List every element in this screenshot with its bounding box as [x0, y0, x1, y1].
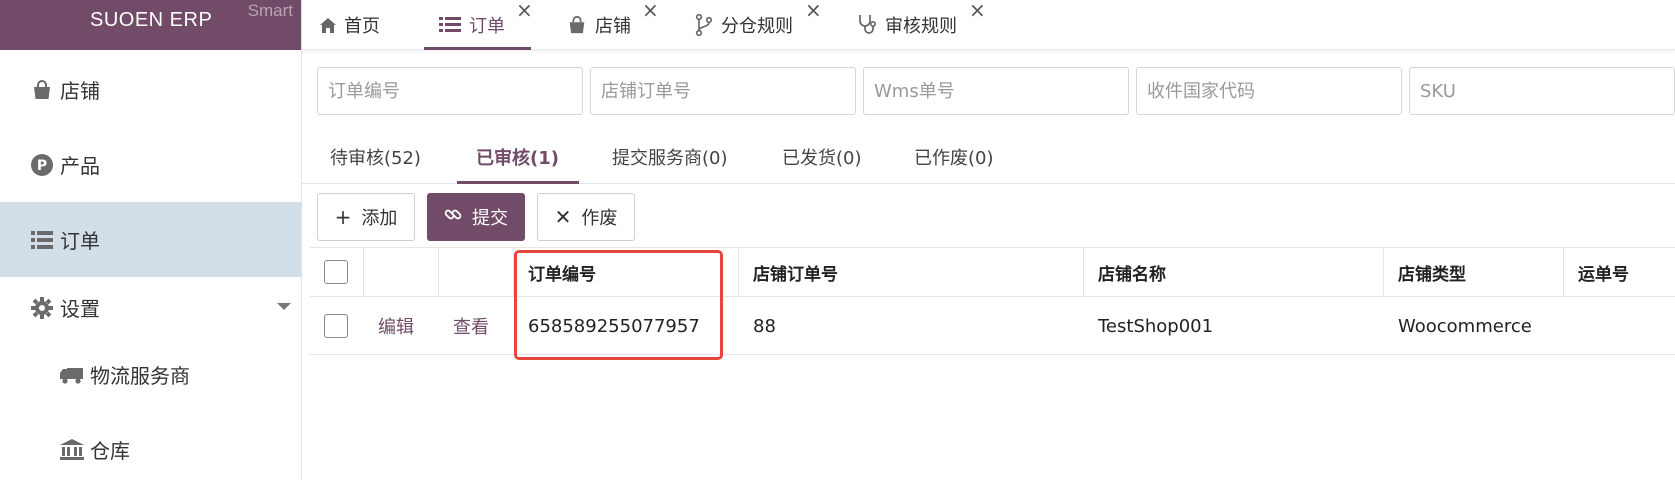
status-tab-voided[interactable]: 已作废(0) — [914, 144, 994, 170]
tab-audit-rules-close-icon[interactable]: × — [969, 0, 986, 20]
add-button-label: 添加 — [361, 208, 398, 229]
status-tabs: 待审核(52) 已审核(1) 提交服务商(0) 已发货(0) 已作废(0) — [302, 130, 1675, 184]
chevron-down-icon — [277, 303, 291, 310]
svg-text:P: P — [37, 158, 47, 174]
tab-label: 首页 — [344, 16, 380, 37]
tab-warehouse-rules-close-icon[interactable]: × — [805, 0, 822, 20]
header-shop-name: 店铺名称 — [1084, 248, 1384, 296]
country-code-input[interactable] — [1136, 67, 1402, 115]
shopping-bag-icon — [30, 78, 54, 102]
tab-label: 分仓规则 — [721, 16, 793, 37]
branch-icon — [695, 14, 713, 36]
sidebar-item-logistics-providers[interactable]: 物流服务商 — [0, 337, 301, 412]
tab-orders[interactable]: 订单 — [439, 0, 505, 50]
order-number-input[interactable] — [317, 67, 583, 115]
sidebar-item-shops[interactable]: 店铺 — [0, 52, 301, 127]
status-tab-pending[interactable]: 待审核(52) — [330, 144, 421, 170]
brand-name: SUOEN ERP — [90, 9, 213, 31]
row-select-cell — [310, 297, 364, 355]
erp-app: SUOEN ERP Smart 店铺 P 产品 订单 设置 物流服务商 仓库 首… — [0, 0, 1675, 480]
sidebar-item-label: 订单 — [60, 229, 100, 253]
active-status-indicator — [457, 181, 579, 184]
tab-warehouse-rules[interactable]: 分仓规则 — [695, 0, 793, 50]
plus-icon: + — [334, 205, 352, 229]
tab-label: 订单 — [469, 16, 505, 37]
cell-shop-order-number: 88 — [753, 315, 776, 337]
tab-shops-close-icon[interactable]: × — [642, 0, 659, 20]
tab-orders-close-icon[interactable]: × — [516, 0, 533, 20]
void-button-label: 作废 — [581, 208, 618, 229]
status-tab-approved[interactable]: 已审核(1) — [476, 144, 559, 170]
submit-button-label: 提交 — [472, 208, 508, 229]
product-p-icon: P — [30, 153, 54, 177]
header-shop-order-number: 店铺订单号 — [739, 248, 1084, 296]
link-icon — [444, 205, 462, 229]
tab-shops[interactable]: 店铺 — [567, 0, 631, 50]
header-view-column — [439, 248, 514, 296]
header-select-all-cell — [310, 248, 364, 296]
sku-input[interactable] — [1409, 67, 1675, 115]
status-tab-shipped[interactable]: 已发货(0) — [782, 144, 862, 170]
sidebar-item-label: 设置 — [60, 297, 100, 321]
list-icon — [439, 16, 461, 34]
header-order-number: 订单编号 — [514, 248, 739, 296]
sidebar: SUOEN ERP Smart 店铺 P 产品 订单 设置 物流服务商 仓库 — [0, 0, 302, 480]
sidebar-item-label: 产品 — [60, 154, 100, 178]
tab-label: 店铺 — [595, 16, 631, 37]
submit-button[interactable]: 提交 — [427, 193, 525, 241]
active-tab-indicator — [424, 47, 531, 50]
sidebar-item-settings[interactable]: 设置 — [0, 270, 301, 345]
sidebar-item-label: 店铺 — [60, 79, 100, 103]
sidebar-item-warehouse[interactable]: 仓库 — [0, 412, 301, 480]
shopping-bag-icon — [567, 15, 587, 35]
table-header: 订单编号 店铺订单号 店铺名称 店铺类型 运单号 — [310, 247, 1675, 297]
bank-icon — [60, 438, 84, 462]
close-icon: ✕ — [554, 205, 572, 229]
truck-icon — [60, 363, 84, 387]
home-icon — [320, 17, 336, 33]
cell-shop-name: TestShop001 — [1098, 315, 1214, 337]
tab-home[interactable]: 首页 — [320, 0, 380, 50]
edit-link[interactable]: 编辑 — [364, 297, 439, 355]
tab-label: 审核规则 — [885, 16, 957, 37]
list-icon — [30, 228, 54, 252]
wms-number-input[interactable] — [863, 67, 1129, 115]
status-tab-submitted[interactable]: 提交服务商(0) — [612, 144, 728, 170]
select-all-checkbox[interactable] — [324, 260, 348, 284]
add-button[interactable]: + 添加 — [317, 193, 415, 241]
sidebar-item-orders[interactable]: 订单 — [0, 202, 301, 277]
cell-tracking-number — [1564, 297, 1675, 355]
cell-shop-type: Woocommerce — [1398, 315, 1532, 337]
table-row: 编辑 查看 658589255077957 88 TestShop001 Woo… — [310, 297, 1675, 355]
sidebar-item-label: 仓库 — [90, 439, 130, 463]
sidebar-item-products[interactable]: P 产品 — [0, 127, 301, 202]
tab-bar: 首页 订单 × 店铺 × 分仓规则 × 审核规则 × — [302, 0, 1675, 50]
header-shop-type: 店铺类型 — [1384, 248, 1564, 296]
brand-tag: Smart — [247, 1, 293, 20]
stethoscope-icon — [857, 14, 877, 36]
header-edit-column — [364, 248, 439, 296]
row-checkbox[interactable] — [324, 314, 348, 338]
view-link[interactable]: 查看 — [439, 297, 514, 355]
brand-header: SUOEN ERP Smart — [0, 0, 301, 50]
view-link-label: 查看 — [453, 317, 489, 338]
cell-order-number: 658589255077957 — [528, 315, 700, 337]
shop-order-number-input[interactable] — [590, 67, 856, 115]
edit-link-label: 编辑 — [378, 317, 414, 338]
void-button[interactable]: ✕ 作废 — [537, 193, 635, 241]
sidebar-item-label: 物流服务商 — [90, 364, 190, 388]
header-tracking-number: 运单号 — [1578, 264, 1629, 285]
gear-icon — [30, 296, 54, 320]
tab-audit-rules[interactable]: 审核规则 — [857, 0, 957, 50]
